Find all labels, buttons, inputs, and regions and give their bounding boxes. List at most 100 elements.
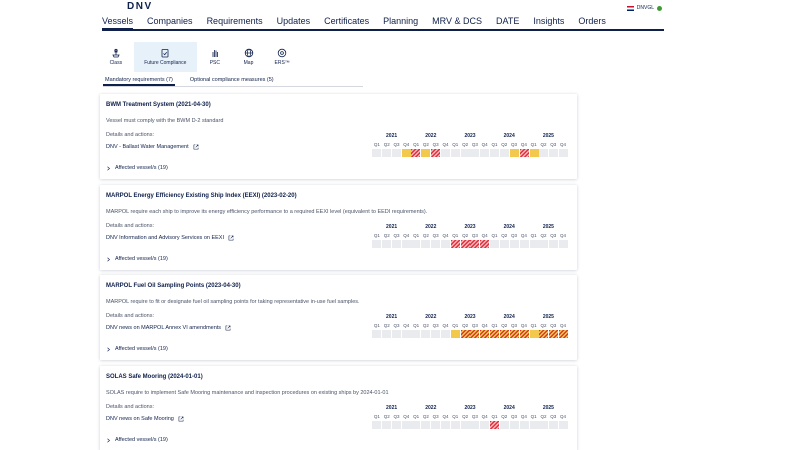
compliance-timeline: 2021 2022 2023 2024 2025 Q1 Q2 Q3 Q4 Q1 Q2 Q3 Q4 Q1 Q2…	[372, 224, 569, 256]
timeline-year: 2023	[464, 314, 476, 320]
affected-vessels-toggle[interactable]: Affected vessel/s (19)	[106, 256, 168, 262]
timeline-cell	[490, 330, 500, 338]
timeline-cell	[529, 421, 539, 429]
details-link[interactable]: DNV Information and Advisory Services on…	[106, 235, 234, 241]
timeline-quarter: Q1	[452, 414, 459, 419]
subnav-map[interactable]: Map	[233, 42, 265, 72]
tab-mandatory-requirements[interactable]: Mandatory requirements (7)	[103, 75, 175, 86]
timeline-quarter: Q3	[511, 233, 518, 238]
timeline-quarter: Q2	[462, 414, 469, 419]
timeline-cells	[372, 330, 569, 338]
timeline-quarter: Q2	[540, 323, 547, 328]
timeline-quarter: Q3	[393, 142, 400, 147]
timeline-years: 2021 2022 2023 2024 2025	[372, 314, 568, 320]
nav-vessels[interactable]: Vessels	[102, 14, 134, 31]
timeline-cell	[490, 149, 500, 157]
timeline-cell	[421, 240, 431, 248]
timeline-quarter: Q2	[501, 414, 508, 419]
timeline-quarter: Q4	[481, 414, 488, 419]
timeline-quarter: Q1	[491, 142, 498, 147]
timeline-quarter: Q2	[462, 233, 469, 238]
nav-orders[interactable]: Orders	[578, 14, 606, 31]
details-link[interactable]: DNV news on Safe Mooring	[106, 416, 184, 422]
subnav-class[interactable]: Class	[100, 42, 132, 72]
timeline-years: 2021 2022 2023 2024 2025	[372, 133, 568, 139]
timeline-quarter: Q1	[530, 414, 537, 419]
subnav-label: PSC	[209, 60, 220, 66]
nav-requirements[interactable]: Requirements	[207, 14, 263, 31]
timeline-year: 2025	[542, 314, 554, 320]
timeline-quarters: Q1 Q2 Q3 Q4 Q1 Q2 Q3 Q4 Q1 Q2 Q3 Q4 Q1 Q2 Q3 Q4 Q1 Q2 Q3 Q4	[372, 323, 568, 329]
chevron-right-icon	[107, 438, 110, 442]
affected-vessels-label: Affected vessel/s (19)	[115, 256, 168, 262]
subnav-future-compliance[interactable]: Future Compliance	[133, 42, 197, 72]
timeline-quarter: Q2	[422, 142, 429, 147]
details-link[interactable]: DNV - Ballast Water Management	[106, 144, 199, 150]
timeline-cell	[450, 240, 460, 248]
affected-vessels-toggle[interactable]: Affected vessel/s (19)	[106, 165, 168, 171]
timeline-quarters: Q1 Q2 Q3 Q4 Q1 Q2 Q3 Q4 Q1 Q2 Q3 Q4 Q1 Q2 Q3 Q4 Q1 Q2 Q3 Q4	[372, 233, 568, 239]
timeline-cell	[381, 240, 391, 248]
timeline-cell	[372, 149, 382, 157]
timeline-quarter: Q3	[393, 323, 400, 328]
timeline-quarter: Q3	[393, 233, 400, 238]
nav-certificates[interactable]: Certificates	[324, 14, 369, 31]
timeline-cell	[431, 421, 441, 429]
timeline-quarter: Q2	[462, 323, 469, 328]
timeline-cell	[391, 330, 401, 338]
details-link[interactable]: DNV news on MARPOL Annex VI amendments	[106, 325, 231, 331]
timeline-cell	[401, 149, 411, 157]
affected-vessels-toggle[interactable]: Affected vessel/s (19)	[106, 346, 168, 352]
timeline-quarter: Q1	[413, 142, 420, 147]
timeline-cell	[549, 330, 559, 338]
timeline-quarter: Q4	[481, 323, 488, 328]
dnv-logo[interactable]: DNV	[127, 1, 153, 12]
tab-optional-compliance-measures[interactable]: Optional compliance measures (5)	[188, 75, 276, 86]
timeline-quarter: Q3	[432, 233, 439, 238]
timeline-quarter: Q3	[393, 414, 400, 419]
details-link-text: DNV - Ballast Water Management	[106, 144, 189, 150]
subnav-ers[interactable]: ERS™	[266, 42, 298, 72]
timeline-cell	[519, 421, 529, 429]
timeline-cell	[431, 149, 441, 157]
nav-planning[interactable]: Planning	[383, 14, 418, 31]
timeline-cell	[559, 240, 569, 248]
timeline-quarter: Q3	[471, 233, 478, 238]
subnav-psc[interactable]: PSC	[199, 42, 231, 72]
user-menu[interactable]: DNVGL	[626, 5, 662, 11]
details-label: Details and actions:	[106, 313, 154, 319]
timeline-cell	[509, 330, 519, 338]
timeline-quarter: Q2	[501, 323, 508, 328]
clipboard-check-icon	[161, 49, 169, 58]
requirement-card: BWM Treatment System (2021-04-30) Vessel …	[100, 94, 577, 179]
affected-vessels-toggle[interactable]: Affected vessel/s (19)	[106, 437, 168, 443]
timeline-cell	[431, 240, 441, 248]
nav-updates[interactable]: Updates	[277, 14, 311, 31]
timeline-quarter: Q2	[383, 233, 390, 238]
timeline-quarter: Q4	[560, 233, 567, 238]
timeline-quarter: Q3	[511, 414, 518, 419]
timeline-year: 2024	[503, 405, 515, 411]
timeline-cell	[499, 421, 510, 429]
timeline-quarter: Q4	[442, 142, 449, 147]
timeline-cell	[559, 421, 569, 429]
uk-flag-icon	[626, 5, 634, 11]
timeline-cell	[450, 421, 460, 429]
timeline-cell	[411, 240, 421, 248]
requirement-title: MARPOL Energy Efficiency Existing Ship I…	[106, 193, 297, 199]
requirement-card: MARPOL Energy Efficiency Existing Ship I…	[100, 185, 577, 270]
timeline-cell	[559, 149, 569, 157]
nav-mrv-dcs[interactable]: MRV & DCS	[432, 14, 482, 31]
timeline-cell	[440, 330, 450, 338]
timeline-cells	[372, 240, 569, 248]
timeline-cell	[539, 421, 549, 429]
timeline-quarter: Q3	[432, 414, 439, 419]
nav-insights[interactable]: Insights	[533, 14, 564, 31]
timeline-quarter: Q2	[540, 233, 547, 238]
timeline-year: 2022	[425, 224, 437, 230]
nav-companies[interactable]: Companies	[147, 14, 193, 31]
timeline-cell	[499, 149, 510, 157]
timeline-cell	[421, 421, 431, 429]
nav-date[interactable]: DATE	[496, 14, 519, 31]
timeline-quarter: Q1	[452, 233, 459, 238]
